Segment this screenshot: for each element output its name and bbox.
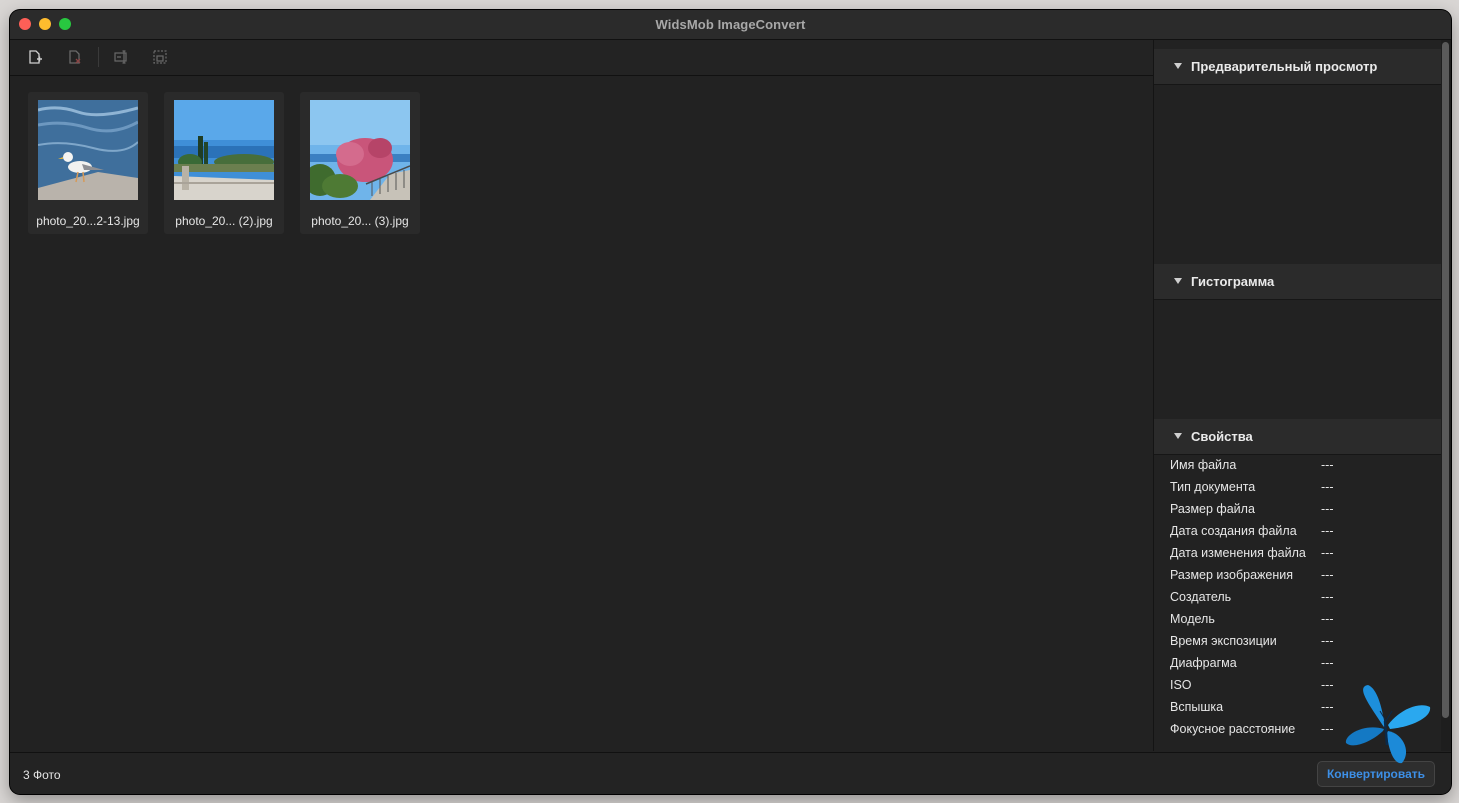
toolbar [10,40,1153,76]
file-tile[interactable]: photo_20... (2).jpg [164,92,284,234]
thumbnail-image[interactable] [38,100,138,200]
property-label: Время экспозиции [1170,634,1277,648]
property-value: --- [1321,480,1334,494]
property-value: --- [1321,612,1334,626]
property-label: Имя файла [1170,458,1237,472]
property-row: Время экспозиции --- [1154,630,1441,652]
rename-icon [114,50,127,64]
toolbar-separator [98,47,99,67]
rename-button[interactable] [112,48,130,66]
property-row: Дата создания файла --- [1154,520,1441,542]
thumbnail-image[interactable] [310,100,410,200]
histogram-area [1154,300,1441,419]
window-title: WidsMob ImageConvert [655,17,806,32]
file-name: photo_20...2-13.jpg [36,214,140,228]
butterfly-logo-icon [1345,685,1431,764]
property-value: --- [1321,524,1334,538]
property-value: --- [1321,678,1334,692]
app-window: WidsMob ImageConvert photo_20...2-13.jpg… [10,10,1451,794]
property-label: Дата создания файла [1170,524,1297,538]
sidebar-scrollbar-thumb[interactable] [1442,42,1449,718]
property-value: --- [1321,722,1334,736]
property-value: --- [1321,546,1334,560]
property-row: Модель --- [1154,608,1441,630]
property-label: Вспышка [1170,700,1224,714]
resize-icon [153,50,167,64]
property-row: Тип документа --- [1154,476,1441,498]
property-label: ISO [1170,678,1192,692]
resize-button[interactable] [151,48,169,66]
property-value: --- [1321,656,1334,670]
property-value: --- [1321,700,1334,714]
properties-panel-header[interactable]: Свойства [1154,419,1441,455]
property-label: Фокусное расстояние [1170,722,1296,736]
main-area: photo_20...2-13.jpg photo_20... (2).jpg … [10,40,1153,751]
remove-image-icon [69,50,81,64]
status-bar: 3 Фото Конвертировать [10,752,1451,794]
property-label: Размер файла [1170,502,1255,516]
property-label: Размер изображения [1170,568,1293,582]
add-image-icon [29,50,42,64]
property-row: Создатель --- [1154,586,1441,608]
inspector-sidebar: Предварительный просмотр Гистограмма Сво… [1153,40,1451,751]
disclosure-triangle-icon[interactable] [1174,433,1182,439]
thumbnail-image[interactable] [174,100,274,200]
property-label: Тип документа [1170,480,1256,494]
property-row: Имя файла --- [1154,454,1441,476]
photo-count: 3 Фото [23,768,61,782]
property-value: --- [1321,634,1334,648]
property-row: Размер файла --- [1154,498,1441,520]
file-name: photo_20... (3).jpg [311,214,409,228]
property-value: --- [1321,568,1334,582]
property-row: Дата изменения файла --- [1154,542,1441,564]
property-value: --- [1321,502,1334,516]
histogram-panel-title: Гистограмма [1191,274,1275,289]
thumbnail-grid[interactable]: photo_20...2-13.jpg photo_20... (2).jpg … [10,76,1153,751]
file-tile[interactable]: photo_20...2-13.jpg [28,92,148,234]
preview-panel-header[interactable]: Предварительный просмотр [1154,49,1441,85]
file-name: photo_20... (2).jpg [175,214,273,228]
property-row: Размер изображения --- [1154,564,1441,586]
property-row: Диафрагма --- [1154,652,1441,674]
remove-files-button[interactable] [66,48,84,66]
property-label: Модель [1170,612,1215,626]
disclosure-triangle-icon[interactable] [1174,278,1182,284]
histogram-panel-header[interactable]: Гистограмма [1154,264,1441,300]
preview-area [1154,85,1441,264]
preview-panel-title: Предварительный просмотр [1191,59,1378,74]
property-value: --- [1321,458,1334,472]
file-tile[interactable]: photo_20... (3).jpg [300,92,420,234]
properties-panel-title: Свойства [1191,429,1253,444]
title-bar: WidsMob ImageConvert [10,10,1451,40]
property-label: Дата изменения файла [1170,546,1306,560]
property-label: Создатель [1170,590,1232,604]
property-value: --- [1321,590,1334,604]
disclosure-triangle-icon[interactable] [1174,63,1182,69]
property-label: Диафрагма [1170,656,1237,670]
add-files-button[interactable] [26,48,44,66]
